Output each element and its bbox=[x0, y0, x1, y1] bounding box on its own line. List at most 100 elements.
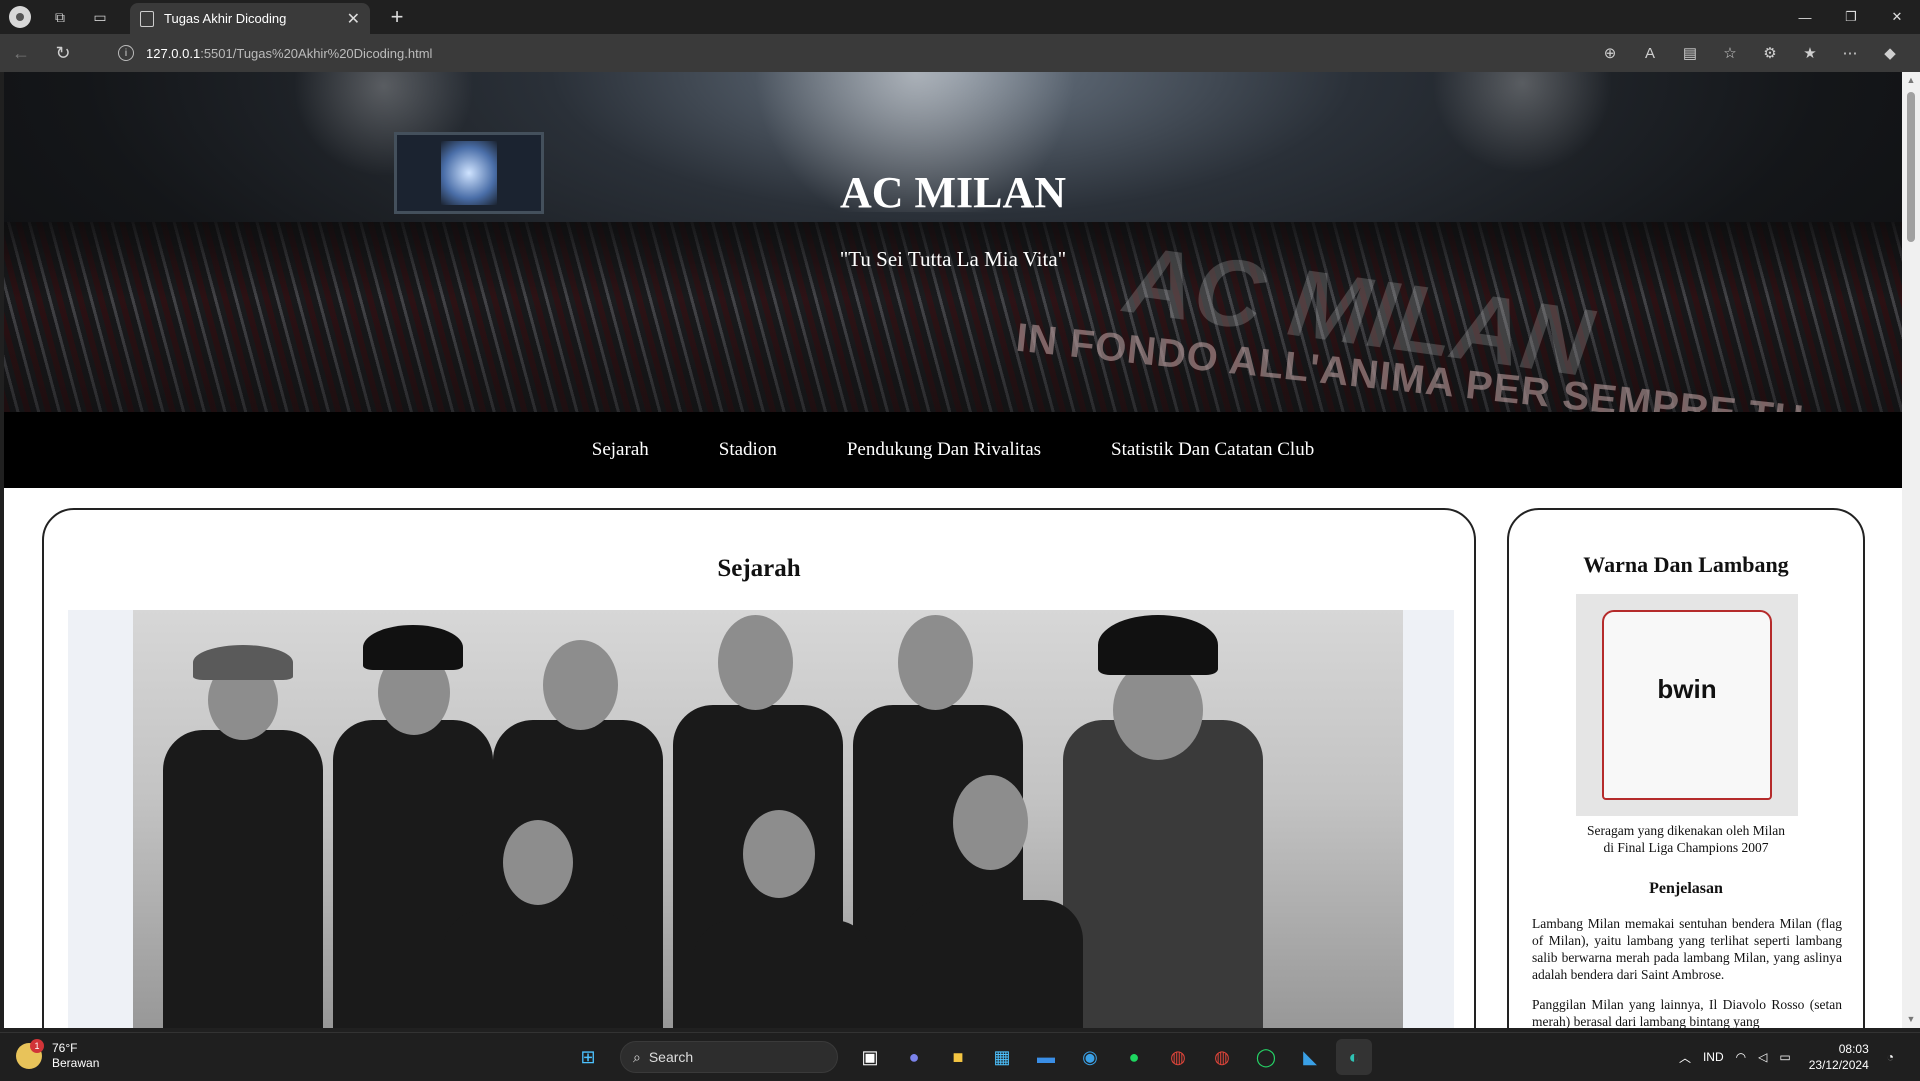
team-photo bbox=[68, 610, 1454, 1028]
language-indicator[interactable]: IND bbox=[1703, 1050, 1724, 1064]
window-controls: — ❐ ✕ bbox=[1782, 0, 1920, 34]
site-tagline: "Tu Sei Tutta La Mia Vita" bbox=[839, 247, 1067, 271]
team-photo-image bbox=[133, 610, 1403, 1028]
toolbar-right: ⊕ A ▤ ☆ ⚙ ★ ⋯ ◆ bbox=[1590, 34, 1910, 72]
zoom-icon[interactable]: ⊕ bbox=[1590, 34, 1630, 72]
photo-figure bbox=[1063, 720, 1263, 1028]
photo-bowler-hat bbox=[1098, 615, 1218, 675]
workspaces-icon[interactable]: ⧉ bbox=[40, 0, 80, 34]
explanation-heading: Penjelasan bbox=[1649, 880, 1723, 897]
favorite-star-icon[interactable]: ☆ bbox=[1710, 34, 1750, 72]
weather-cloud-icon: 1 bbox=[16, 1039, 44, 1069]
caption-line-2: di Final Liga Champions 2007 bbox=[1603, 840, 1769, 855]
photo-cap bbox=[193, 645, 293, 680]
address-bar[interactable]: i 127.0.0.1 :5501/Tugas%20Akhir%20Dicodi… bbox=[104, 39, 1604, 67]
page-viewport: AC MILAN IN FONDO ALL'ANIMA PER SEMPRE T… bbox=[4, 72, 1902, 1028]
jersey-sponsor: bwin bbox=[1657, 674, 1717, 704]
weather-text: 76°F Berawan bbox=[52, 1041, 99, 1071]
site-title: AC MILAN bbox=[839, 168, 1067, 217]
read-aloud-icon[interactable]: A bbox=[1630, 34, 1670, 72]
close-tab-icon[interactable]: ✕ bbox=[347, 9, 360, 29]
url-path: :5501/Tugas%20Akhir%20Dicoding.html bbox=[200, 45, 433, 61]
whatsapp-icon[interactable]: ◯ bbox=[1248, 1039, 1284, 1075]
main-nav: Sejarah Stadion Pendukung Dan Rivalitas … bbox=[4, 412, 1902, 488]
photo-figure bbox=[443, 910, 633, 1028]
nav-link-pendukung[interactable]: Pendukung Dan Rivalitas bbox=[847, 439, 1041, 461]
minimize-icon[interactable]: — bbox=[1782, 0, 1828, 34]
tab-actions-icon[interactable]: ▭ bbox=[80, 0, 120, 34]
notification-bell-icon[interactable]: ◔ bbox=[1887, 1050, 1894, 1064]
jersey-caption: Seragam yang dikenakan oleh Milan di Fin… bbox=[1509, 822, 1863, 856]
volume-icon[interactable]: ◁ bbox=[1758, 1050, 1767, 1064]
photo-head bbox=[718, 615, 793, 710]
taskbar-apps: ⊞ ⌕ Search ▣ ● ■ ▦ ▬ ◉ ● ◍ ◍ ◯ ◣ ◐ bbox=[566, 1039, 1376, 1075]
taskbar-search[interactable]: ⌕ Search bbox=[620, 1041, 838, 1073]
reload-icon[interactable]: ↻ bbox=[42, 34, 84, 72]
photo-head bbox=[898, 615, 973, 710]
favorites-icon[interactable]: ★ bbox=[1790, 34, 1830, 72]
restore-icon[interactable]: ❐ bbox=[1828, 0, 1874, 34]
jersey-image: bwin bbox=[1576, 594, 1798, 816]
browser-app-icon[interactable]: ◉ bbox=[1072, 1039, 1108, 1075]
chrome-icon[interactable]: ◍ bbox=[1160, 1039, 1196, 1075]
site-info-icon[interactable]: i bbox=[118, 45, 134, 61]
photo-figure bbox=[903, 900, 1083, 1028]
explanation-paragraph-2: Panggilan Milan yang lainnya, Il Diavolo… bbox=[1532, 997, 1842, 1028]
jersey-shirt: bwin bbox=[1602, 610, 1772, 800]
mobile-app-icon[interactable]: ▬ bbox=[1028, 1039, 1064, 1075]
windows-taskbar: 1 76°F Berawan ⊞ ⌕ Search ▣ ● ■ ▦ ▬ ◉ ● … bbox=[0, 1032, 1920, 1080]
battery-icon[interactable]: ▭ bbox=[1779, 1050, 1790, 1064]
profile-button[interactable] bbox=[0, 0, 40, 34]
back-arrow-icon[interactable]: ← bbox=[0, 34, 42, 72]
weather-temperature: 76°F bbox=[52, 1041, 78, 1055]
history-card: Sejarah bbox=[42, 508, 1476, 1028]
close-window-icon[interactable]: ✕ bbox=[1874, 0, 1920, 34]
wifi-icon[interactable]: ◠ bbox=[1736, 1050, 1746, 1064]
start-windows-icon[interactable]: ⊞ bbox=[570, 1039, 606, 1075]
teams-icon[interactable]: ● bbox=[896, 1039, 932, 1075]
explanation-paragraph-1: Lambang Milan memakai sentuhan bendera M… bbox=[1532, 916, 1842, 982]
nav-link-statistik[interactable]: Statistik Dan Catatan Club bbox=[1111, 439, 1314, 461]
colors-crest-heading: Warna Dan Lambang bbox=[1583, 552, 1789, 577]
new-tab-button[interactable]: + bbox=[380, 0, 414, 34]
system-tray: ︿ IND ◠ ◁ ▭ 08:03 23/12/2024 ◔ bbox=[1673, 1033, 1900, 1081]
profile-icon bbox=[9, 6, 31, 28]
weather-description: Berawan bbox=[52, 1056, 100, 1070]
page-scrollbar[interactable]: ▲ ▼ bbox=[1902, 72, 1920, 1028]
weather-widget[interactable]: 1 76°F Berawan bbox=[16, 1039, 99, 1071]
tray-chevron-up-icon[interactable]: ︿ bbox=[1679, 1049, 1691, 1066]
spotify-icon[interactable]: ● bbox=[1116, 1039, 1152, 1075]
more-menu-icon[interactable]: ⋯ bbox=[1830, 34, 1870, 72]
url-host: 127.0.0.1 bbox=[146, 45, 201, 61]
scroll-down-icon[interactable]: ▼ bbox=[1906, 1014, 1916, 1024]
hero-header: AC MILAN IN FONDO ALL'ANIMA PER SEMPRE T… bbox=[4, 72, 1902, 412]
chrome-profile-icon[interactable]: ◍ bbox=[1204, 1039, 1240, 1075]
extensions-icon[interactable]: ⚙ bbox=[1750, 34, 1790, 72]
colors-crest-card: Warna Dan Lambang bwin Seragam yang dike… bbox=[1507, 508, 1865, 1028]
task-view-icon[interactable]: ▣ bbox=[852, 1039, 888, 1075]
immersive-reader-icon[interactable]: ▤ bbox=[1670, 34, 1710, 72]
photo-head bbox=[743, 810, 815, 898]
browser-tab-bar: ⧉ ▭ Tugas Akhir Dicoding ✕ + — ❐ ✕ bbox=[0, 0, 1920, 34]
copilot-icon[interactable]: ◆ bbox=[1870, 34, 1910, 72]
store-icon[interactable]: ▦ bbox=[984, 1039, 1020, 1075]
browser-tab-active[interactable]: Tugas Akhir Dicoding ✕ bbox=[130, 3, 370, 34]
photo-figure bbox=[693, 920, 873, 1028]
scroll-up-icon[interactable]: ▲ bbox=[1906, 75, 1916, 85]
edge-icon[interactable]: ◐ bbox=[1336, 1039, 1372, 1075]
photo-head bbox=[1113, 660, 1203, 760]
photo-head bbox=[503, 820, 573, 905]
file-explorer-icon[interactable]: ■ bbox=[940, 1039, 976, 1075]
tab-title: Tugas Akhir Dicoding bbox=[164, 11, 287, 26]
caption-line-1: Seragam yang dikenakan oleh Milan bbox=[1587, 823, 1785, 838]
weather-badge: 1 bbox=[30, 1039, 44, 1053]
nav-link-sejarah[interactable]: Sejarah bbox=[592, 439, 649, 461]
clock-time: 08:03 bbox=[1838, 1042, 1869, 1056]
search-label: Search bbox=[648, 1049, 694, 1065]
vscode-icon[interactable]: ◣ bbox=[1292, 1039, 1328, 1075]
scrollbar-thumb[interactable] bbox=[1907, 92, 1915, 242]
browser-toolbar: ← ↻ i 127.0.0.1 :5501/Tugas%20Akhir%20Di… bbox=[0, 34, 1920, 72]
clock[interactable]: 08:03 23/12/2024 bbox=[1803, 1041, 1875, 1073]
nav-link-stadion[interactable]: Stadion bbox=[719, 439, 777, 461]
history-heading: Sejarah bbox=[717, 555, 801, 582]
